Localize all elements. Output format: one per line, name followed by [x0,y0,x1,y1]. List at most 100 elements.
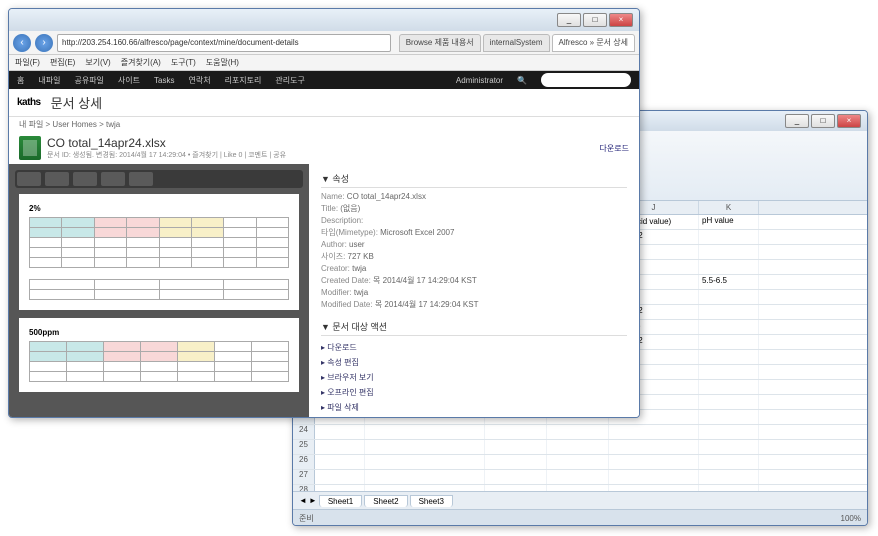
nav-link[interactable]: 홈 [17,75,24,86]
cell[interactable] [699,365,759,379]
download-button[interactable]: 다운로드 [600,143,629,154]
action-link[interactable]: ▸ 파일 삭제 [321,400,627,415]
browser-tab[interactable]: Alfresco » 문서 상세 [552,34,635,52]
cell[interactable] [699,260,759,274]
preview-page[interactable]: 500ppm [19,318,299,392]
action-link[interactable]: ▸ 오프라인 편집 [321,385,627,400]
cell[interactable] [315,470,365,484]
sheet-tab[interactable]: Sheet2 [364,495,407,507]
menu-item[interactable]: 보기(V) [85,57,110,68]
search-input[interactable] [541,73,631,87]
cell[interactable] [547,455,609,469]
nav-link[interactable]: 연락처 [188,75,210,86]
browser-tab[interactable]: Browse 제품 내용서 [399,34,481,52]
action-link[interactable]: ▸ 다운로드 [321,340,627,355]
cell[interactable] [365,455,485,469]
nav-link[interactable]: 관리도구 [275,75,304,86]
browser-maximize-button[interactable]: □ [583,13,607,27]
menu-item[interactable]: 도움말(H) [206,57,239,68]
col-header[interactable]: K [699,201,759,214]
preview-button[interactable] [73,172,97,186]
excel-close-button[interactable]: × [837,114,861,128]
cell[interactable] [609,425,699,439]
action-link[interactable]: ▸ Google Docs™ 에서 편집 [321,415,627,418]
forward-button[interactable]: › [35,34,53,52]
nav-link[interactable]: 내파일 [38,75,60,86]
cell[interactable] [547,485,609,491]
cell[interactable] [547,470,609,484]
cell[interactable] [699,320,759,334]
cell[interactable] [699,335,759,349]
preview-button[interactable] [129,172,153,186]
search-icon[interactable]: 🔍 [517,76,527,85]
breadcrumb[interactable]: 내 파일 > User Homes > twja [9,117,639,132]
action-link[interactable]: ▸ 속성 편집 [321,355,627,370]
cell[interactable] [699,410,759,424]
excel-minimize-button[interactable]: _ [785,114,809,128]
menu-item[interactable]: 파일(F) [15,57,40,68]
cell[interactable] [609,485,699,491]
preview-button[interactable] [45,172,69,186]
cell[interactable]: pH value [699,215,759,229]
cell[interactable] [699,425,759,439]
cell[interactable] [699,290,759,304]
menu-item[interactable]: 편집(E) [50,57,75,68]
nav-link[interactable]: 사이트 [118,75,140,86]
cell[interactable] [547,440,609,454]
menu-item[interactable]: 즐겨찾기(A) [121,57,161,68]
cell[interactable] [699,230,759,244]
zoom-level[interactable]: 100% [841,514,861,523]
sheet-nav-icon[interactable]: ► [309,496,317,505]
browser-close-button[interactable]: × [609,13,633,27]
cell[interactable] [699,350,759,364]
cell[interactable] [547,425,609,439]
row-header[interactable]: 28 [293,485,315,491]
preview-button[interactable] [101,172,125,186]
sheet-tab[interactable]: Sheet3 [410,495,453,507]
cell[interactable] [315,440,365,454]
nav-link[interactable]: Tasks [154,76,174,85]
row-header[interactable]: 27 [293,470,315,484]
cell[interactable] [699,455,759,469]
excel-maximize-button[interactable]: □ [811,114,835,128]
cell[interactable] [485,485,547,491]
cell[interactable] [699,305,759,319]
sheet-tab[interactable]: Sheet1 [319,495,362,507]
browser-titlebar[interactable]: _ □ × [9,9,639,31]
nav-link[interactable]: 공유파일 [74,75,103,86]
back-button[interactable]: ‹ [13,34,31,52]
cell[interactable] [699,470,759,484]
cell[interactable] [699,485,759,491]
row-header[interactable]: 25 [293,440,315,454]
cell[interactable] [485,440,547,454]
nav-link[interactable]: 리포지토리 [225,75,262,86]
cell[interactable] [365,485,485,491]
cell[interactable] [699,395,759,409]
row-header[interactable]: 24 [293,425,315,439]
cell[interactable] [485,470,547,484]
actions-heading[interactable]: ▼ 문서 대상 액션 [321,320,627,336]
preview-button[interactable] [17,172,41,186]
browser-minimize-button[interactable]: _ [557,13,581,27]
cell[interactable]: 5.5-6.5 [699,275,759,289]
cell[interactable] [699,380,759,394]
cell[interactable] [365,440,485,454]
cell[interactable] [609,455,699,469]
cell[interactable] [485,425,547,439]
cell[interactable] [609,470,699,484]
address-bar[interactable]: http://203.254.160.66/alfresco/page/cont… [57,34,391,52]
cell[interactable] [699,245,759,259]
cell[interactable] [365,470,485,484]
menu-item[interactable]: 도구(T) [171,57,196,68]
row-header[interactable]: 26 [293,455,315,469]
cell[interactable] [315,455,365,469]
preview-page[interactable]: 2% [19,194,299,310]
cell[interactable] [609,440,699,454]
admin-menu[interactable]: Administrator [456,76,503,85]
sheet-nav-icon[interactable]: ◄ [299,496,307,505]
cell[interactable] [485,455,547,469]
cell[interactable] [365,425,485,439]
cell[interactable] [315,485,365,491]
cell[interactable] [315,425,365,439]
action-link[interactable]: ▸ 브라우저 보기 [321,370,627,385]
